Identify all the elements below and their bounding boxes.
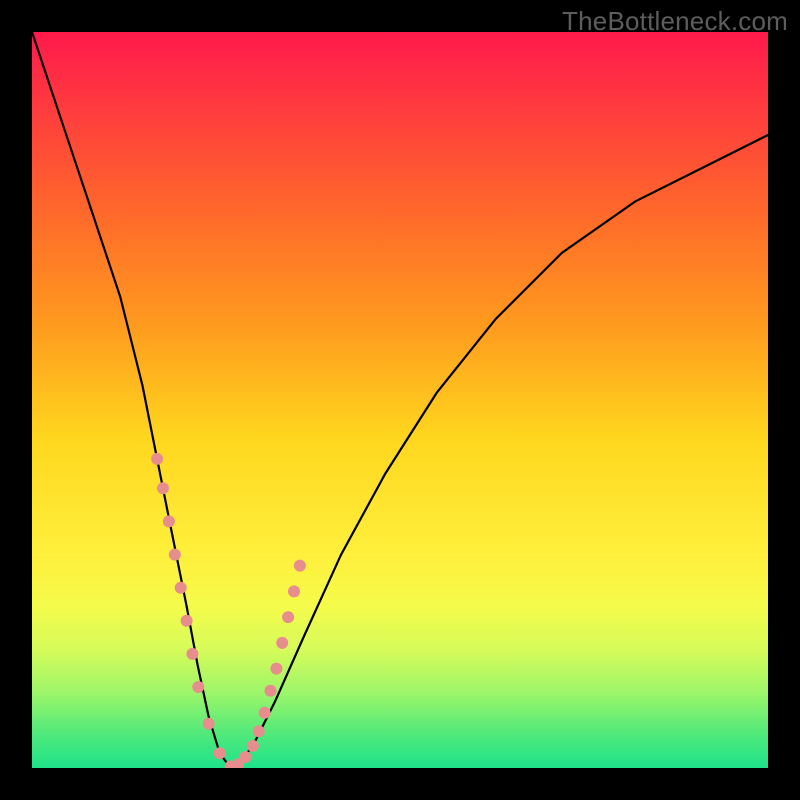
- highlight-dot: [157, 482, 169, 494]
- highlight-dot: [169, 549, 181, 561]
- highlight-dot: [294, 560, 306, 572]
- highlight-dot: [175, 582, 187, 594]
- chart-frame: TheBottleneck.com: [0, 0, 800, 800]
- highlight-dot: [265, 685, 277, 697]
- highlight-dot: [192, 681, 204, 693]
- highlight-dot: [259, 707, 271, 719]
- highlight-dot: [181, 615, 193, 627]
- highlight-dot: [270, 663, 282, 675]
- chart-svg: [32, 32, 768, 768]
- highlight-dot: [288, 585, 300, 597]
- highlight-dot: [203, 718, 215, 730]
- highlight-dot: [151, 453, 163, 465]
- highlight-dot: [239, 751, 251, 763]
- bottleneck-curve: [32, 32, 768, 768]
- highlight-dot: [247, 740, 259, 752]
- highlight-dot: [214, 747, 226, 759]
- highlight-dot: [163, 515, 175, 527]
- plot-area: [32, 32, 768, 768]
- highlight-dots: [151, 453, 306, 768]
- highlight-dot: [276, 637, 288, 649]
- highlight-dot: [253, 725, 265, 737]
- highlight-dot: [186, 648, 198, 660]
- highlight-dot: [282, 611, 294, 623]
